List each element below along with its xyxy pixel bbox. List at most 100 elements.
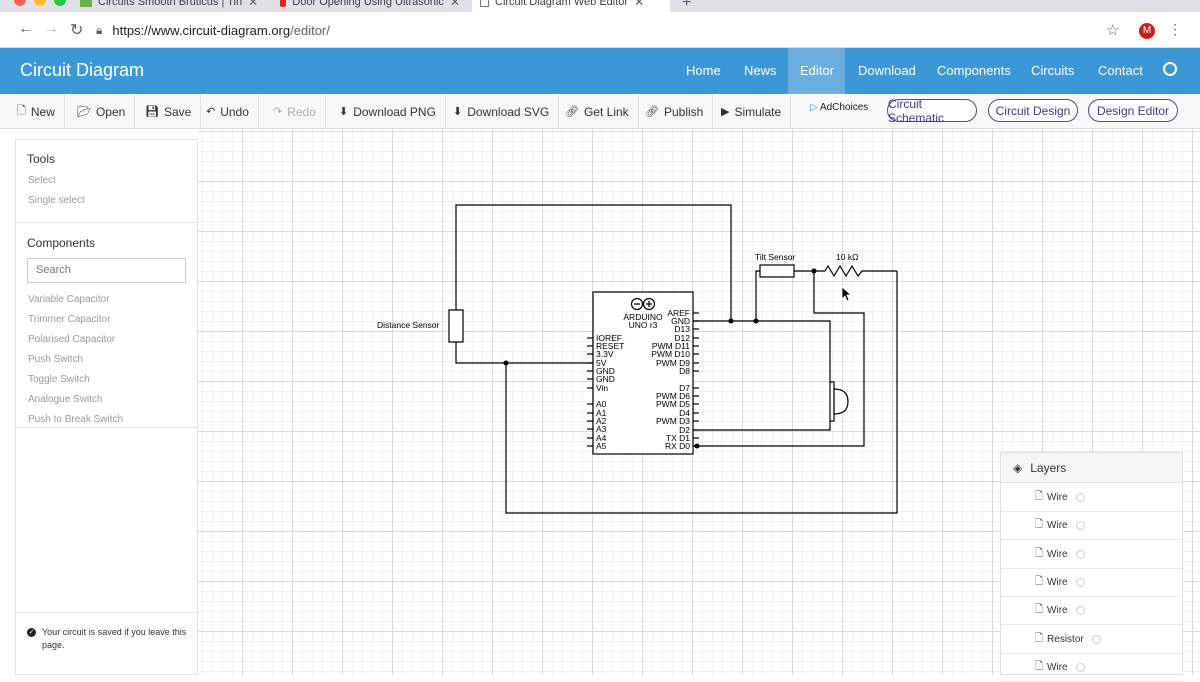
visibility-toggle-icon[interactable] — [1075, 606, 1085, 616]
page-favicon-icon — [480, 0, 489, 7]
wire — [693, 271, 865, 447]
new-button[interactable]: 🗋 New — [8, 94, 65, 129]
nav-home[interactable]: Home — [674, 48, 733, 94]
nav-editor[interactable]: Editor — [788, 48, 845, 94]
close-tab-icon[interactable]: ✕ — [248, 0, 258, 9]
forward-icon[interactable]: → — [43, 20, 59, 38]
visibility-toggle-icon[interactable] — [1091, 634, 1101, 644]
layer-name: Resistor — [1047, 633, 1084, 645]
close-tab-icon[interactable]: ✕ — [450, 0, 460, 9]
visibility-toggle-icon[interactable] — [1075, 521, 1085, 531]
nav-download[interactable]: Download — [846, 48, 928, 94]
youtube-favicon-icon — [280, 0, 287, 7]
file-icon: 🗋 — [1035, 519, 1044, 531]
browser-tab[interactable]: Door Opening Using Ultrasonic ✕ — [272, 0, 468, 12]
play-icon: ▶ — [721, 106, 730, 118]
back-icon[interactable]: ← — [18, 20, 34, 38]
arduino-pin-label: Vin — [596, 383, 608, 393]
nav-circuits[interactable]: Circuits — [1019, 48, 1086, 94]
layers-icon: ◈ — [1013, 460, 1023, 475]
new-tab-icon[interactable]: + — [682, 0, 691, 12]
tool-select[interactable]: Select — [28, 175, 56, 186]
ad-circuit-design-button[interactable]: Circuit Design — [988, 99, 1078, 122]
layer-name: Wire — [1047, 576, 1068, 588]
mouse-cursor-icon — [841, 286, 853, 302]
layer-item[interactable]: 🗋 Wire — [1001, 569, 1182, 597]
undo-button[interactable]: ↶ Undo — [197, 94, 259, 129]
close-window-button[interactable] — [14, 0, 26, 6]
profile-avatar[interactable]: M — [1139, 23, 1155, 39]
autosave-notice: ✓ Your circuit is saved if you leave thi… — [27, 627, 187, 650]
close-tab-icon[interactable]: ✕ — [634, 0, 644, 9]
component-item[interactable]: Toggle Switch — [28, 374, 90, 385]
browser-menu-icon[interactable]: ⋮ — [1168, 21, 1182, 38]
get-link-button[interactable]: 🔗︎ Get Link — [556, 94, 639, 129]
open-button[interactable]: 📂︎ Open — [68, 94, 136, 129]
browser-tab[interactable]: Circuits Smooth Bruticus | Tin ✕ — [72, 0, 268, 12]
resistor-value-label: 10 kΩ — [836, 252, 858, 262]
address-bar[interactable]: 🔒︎ https://www.circuit-diagram.org/edito… — [96, 17, 1121, 43]
component-item[interactable]: Trimmer Capacitor — [28, 314, 110, 325]
download-icon: ⬇ — [339, 106, 349, 118]
layer-item[interactable]: 🗋 Wire — [1001, 512, 1182, 541]
file-icon: 🗋 — [1035, 547, 1044, 559]
bookmark-star-icon[interactable]: ☆ — [1106, 21, 1119, 39]
download-svg-button[interactable]: ⬇ Download SVG — [444, 94, 560, 129]
zoom-window-button[interactable] — [54, 0, 66, 6]
nav-contact[interactable]: Contact — [1086, 48, 1155, 94]
nav-news[interactable]: News — [732, 48, 789, 94]
visibility-toggle-icon[interactable] — [1075, 493, 1085, 502]
component-item[interactable]: Analogue Switch — [28, 394, 103, 405]
tilt-sensor-label: Tilt Sensor — [755, 252, 795, 262]
layers-header[interactable]: ◈ Layers — [1001, 453, 1182, 483]
layer-name: Wire — [1047, 492, 1068, 503]
wire — [693, 320, 831, 382]
ad-circuit-schematic-button[interactable]: Circuit Schematic — [887, 97, 977, 125]
publish-button[interactable]: 🔗︎ Publish — [636, 94, 714, 129]
layer-item[interactable]: 🗋 Wire — [1001, 654, 1182, 682]
tool-single-select[interactable]: Single select — [28, 195, 85, 206]
file-icon: 🗋 — [1035, 632, 1044, 644]
layer-name: Wire — [1047, 520, 1068, 532]
component-search-input[interactable]: Search — [27, 258, 186, 283]
save-button[interactable]: 💾︎ Save — [136, 94, 202, 129]
layer-item[interactable]: 🗋 Wire — [1001, 484, 1182, 512]
visibility-toggle-icon[interactable] — [1075, 577, 1085, 587]
file-icon: 🗋 — [1035, 604, 1044, 616]
download-png-button[interactable]: ⬇ Download PNG — [330, 94, 446, 129]
resistor — [824, 264, 866, 278]
tilt-sensor — [759, 264, 795, 278]
simulate-button[interactable]: ▶ Simulate — [712, 94, 792, 129]
layer-item[interactable]: 🗋 Wire — [1001, 541, 1182, 569]
component-item[interactable]: Push Switch — [28, 354, 83, 365]
download-icon: ⬇ — [453, 106, 463, 118]
component-item[interactable]: Polarised Capacitor — [28, 334, 115, 345]
redo-button[interactable]: ↷ Redo — [264, 94, 326, 129]
component-item[interactable]: Variable Capacitor — [28, 294, 110, 305]
layer-item[interactable]: 🗋 Wire — [1001, 597, 1182, 626]
visibility-toggle-icon[interactable] — [1075, 549, 1085, 559]
junction-dot — [728, 318, 734, 324]
redo-icon: ↷ — [273, 106, 283, 118]
floppy-disk-icon: 💾︎ — [145, 106, 159, 118]
user-icon[interactable] — [1163, 62, 1177, 76]
layer-name: Wire — [1047, 661, 1068, 673]
divider — [16, 612, 197, 613]
distance-sensor — [448, 309, 464, 343]
arduino-pin-label: RX D0 — [665, 441, 690, 451]
divider — [16, 222, 197, 223]
minimize-window-button[interactable] — [34, 0, 46, 6]
adchoices-link[interactable]: ▷ AdChoices — [810, 102, 868, 113]
nav-components[interactable]: Components — [925, 48, 1023, 94]
editor-toolbar: 🗋 New 📂︎ Open 💾︎ Save ↶ Undo ↷ Redo ⬇ Download… — [0, 94, 1200, 129]
app-header: Circuit Diagram Home News Editor Downloa… — [0, 48, 1200, 94]
browser-tab-active[interactable]: Circuit Diagram Web Editor ✕ — [472, 0, 670, 12]
layer-item[interactable]: 🗋 Resistor — [1001, 626, 1182, 654]
divider — [16, 427, 197, 428]
component-item[interactable]: Push to Break Switch — [28, 414, 123, 425]
reload-icon[interactable]: ↻ — [70, 20, 83, 40]
visibility-toggle-icon[interactable] — [1075, 662, 1085, 672]
ad-design-editor-button[interactable]: Design Editor — [1088, 99, 1178, 122]
right-pin-stubs — [693, 312, 699, 447]
tools-heading: Tools — [27, 152, 56, 166]
